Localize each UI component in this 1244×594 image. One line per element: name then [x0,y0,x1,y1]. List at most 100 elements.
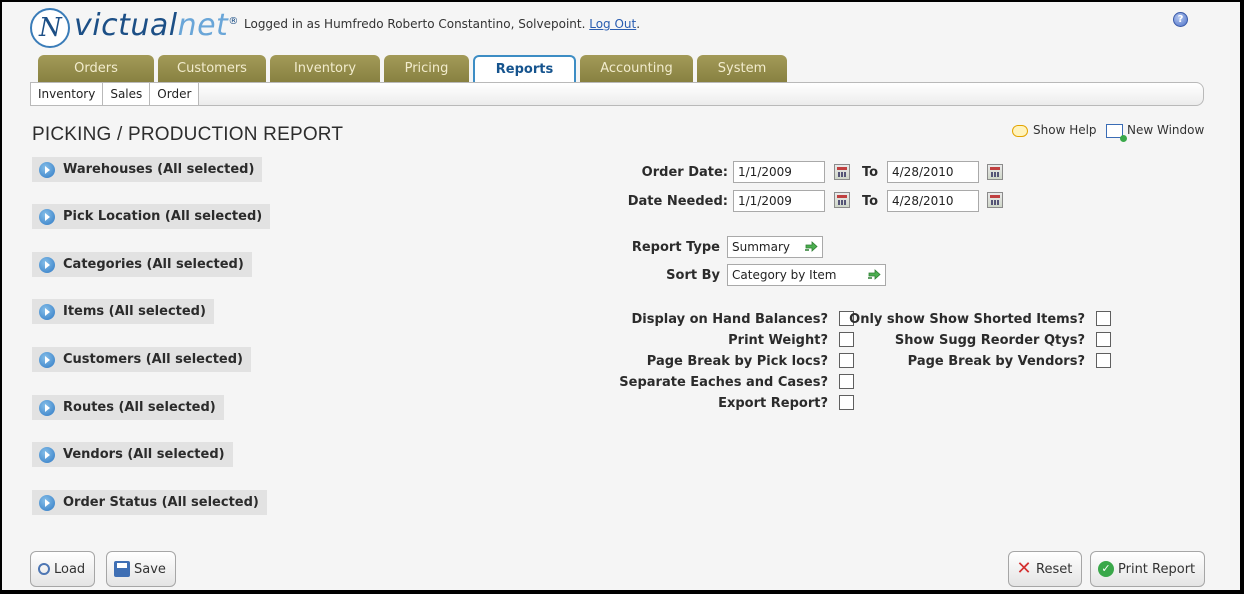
tab-customers[interactable]: Customers [158,55,266,83]
login-info: Logged in as Humfredo Roberto Constantin… [244,17,640,31]
show-help-label: Show Help [1033,123,1097,137]
subnav-order[interactable]: Order [150,83,200,105]
show-shorted-items-label: Only show Show Shorted Items? [849,312,1085,327]
new-window-icon [1106,123,1127,142]
page-break-vendors-checkbox[interactable] [1096,353,1111,368]
logo-mark-letter: N [39,13,62,43]
logo-registered-mark: ® [228,16,239,27]
filter-label: Vendors (All selected) [63,447,225,462]
main-tabs: Orders Customers Inventory Pricing Repor… [38,55,791,84]
page-break-pick-locs-label: Page Break by Pick locs? [646,354,828,369]
filter-label: Customers (All selected) [63,352,243,367]
filter-items[interactable]: Items (All selected) [32,299,214,324]
report-type-value: Summary [732,240,790,254]
print-report-button[interactable]: ✓ Print Report [1090,551,1206,587]
calendar-icon[interactable] [834,164,850,180]
logo-word-net: net [177,8,229,43]
filter-order-status[interactable]: Order Status (All selected) [32,490,267,515]
expand-arrow-icon [39,256,55,273]
tab-pricing[interactable]: Pricing [384,55,469,83]
sort-by-label: Sort By [666,268,720,283]
filter-label: Order Status (All selected) [63,495,259,510]
question-icon[interactable]: ? [1173,12,1188,27]
tab-system[interactable]: System [697,55,787,83]
report-type-select[interactable]: Summary [727,236,823,258]
calendar-icon[interactable] [987,192,1003,208]
expand-arrow-icon [39,161,55,178]
sort-by-value: Category by Item [732,268,837,282]
separate-eaches-label: Separate Eaches and Cases? [619,375,828,390]
load-label: Load [54,561,86,577]
expand-arrow-icon [39,208,55,225]
filter-label: Items (All selected) [63,304,206,319]
logo-mark: N [30,8,70,48]
report-subnav: Inventory Sales Order [30,82,1204,106]
calendar-icon[interactable] [987,164,1003,180]
save-button[interactable]: Save [106,551,176,587]
logo-word-victual: victual [74,8,178,43]
display-on-hand-label: Display on Hand Balances? [631,312,828,327]
red-x-icon: ✕ [1016,558,1032,579]
filter-label: Pick Location (All selected) [63,209,263,224]
page-title: PICKING / PRODUCTION REPORT [32,124,344,145]
page-break-pick-locs-checkbox[interactable] [839,353,854,368]
expand-arrow-icon [39,446,55,463]
filter-vendors[interactable]: Vendors (All selected) [32,442,233,467]
print-weight-label: Print Weight? [728,333,828,348]
tab-reports[interactable]: Reports [473,55,576,84]
new-window-label: New Window [1127,123,1205,137]
filter-routes[interactable]: Routes (All selected) [32,395,224,420]
floppy-disk-icon [114,561,130,577]
expand-arrow-icon [39,399,55,416]
calendar-icon[interactable] [834,192,850,208]
login-trailing-period: . [636,17,641,31]
reset-button[interactable]: ✕ Reset [1008,551,1083,587]
checkmark-icon: ✓ [1098,561,1114,577]
expand-arrow-icon [39,351,55,368]
filter-pick-location[interactable]: Pick Location (All selected) [32,204,271,229]
magnifier-icon [38,563,50,575]
refresh-arrows-icon[interactable] [803,239,819,255]
date-needed-label: Date Needed: [627,194,728,209]
filter-warehouses[interactable]: Warehouses (All selected) [32,157,263,182]
sort-by-select[interactable]: Category by Item [727,264,886,286]
subnav-inventory[interactable]: Inventory [31,83,104,105]
page-break-vendors-label: Page Break by Vendors? [907,354,1085,369]
date-needed-to-label: To [862,194,879,209]
filter-label: Warehouses (All selected) [63,162,255,177]
print-report-label: Print Report [1118,561,1196,577]
export-report-label: Export Report? [718,396,828,411]
load-button[interactable]: Load [30,551,96,587]
tab-accounting[interactable]: Accounting [580,55,693,83]
logo-wordmark: victualnet® [74,8,239,43]
export-report-checkbox[interactable] [839,395,854,410]
save-label: Save [134,561,166,577]
filter-categories[interactable]: Categories (All selected) [32,252,252,277]
show-sugg-reorder-label: Show Sugg Reorder Qtys? [894,333,1085,348]
reset-label: Reset [1036,561,1073,577]
app-window: N victualnet® Logged in as Humfredo Robe… [2,2,1240,590]
print-weight-checkbox[interactable] [839,332,854,347]
new-window-link[interactable]: New Window [1106,123,1205,142]
filter-customers[interactable]: Customers (All selected) [32,347,251,372]
show-shorted-items-checkbox[interactable] [1096,311,1111,326]
date-needed-from-input[interactable] [733,190,825,212]
show-sugg-reorder-checkbox[interactable] [1096,332,1111,347]
filter-label: Routes (All selected) [63,400,216,415]
logout-link[interactable]: Log Out [589,17,636,31]
show-help-link[interactable]: Show Help [1012,123,1097,137]
report-type-label: Report Type [631,240,720,255]
tab-orders[interactable]: Orders [38,55,154,83]
refresh-arrows-icon[interactable] [866,267,882,283]
date-needed-to-input[interactable] [887,190,979,212]
subnav-sales[interactable]: Sales [103,83,151,105]
order-date-to-input[interactable] [887,161,979,183]
order-date-label: Order Date: [641,165,728,180]
victualnet-logo[interactable]: N victualnet® [30,6,238,50]
order-date-to-label: To [862,165,879,180]
filter-label: Categories (All selected) [63,257,244,272]
order-date-from-input[interactable] [733,161,825,183]
tab-inventory[interactable]: Inventory [270,55,380,83]
separate-eaches-checkbox[interactable] [839,374,854,389]
expand-arrow-icon [39,303,55,320]
